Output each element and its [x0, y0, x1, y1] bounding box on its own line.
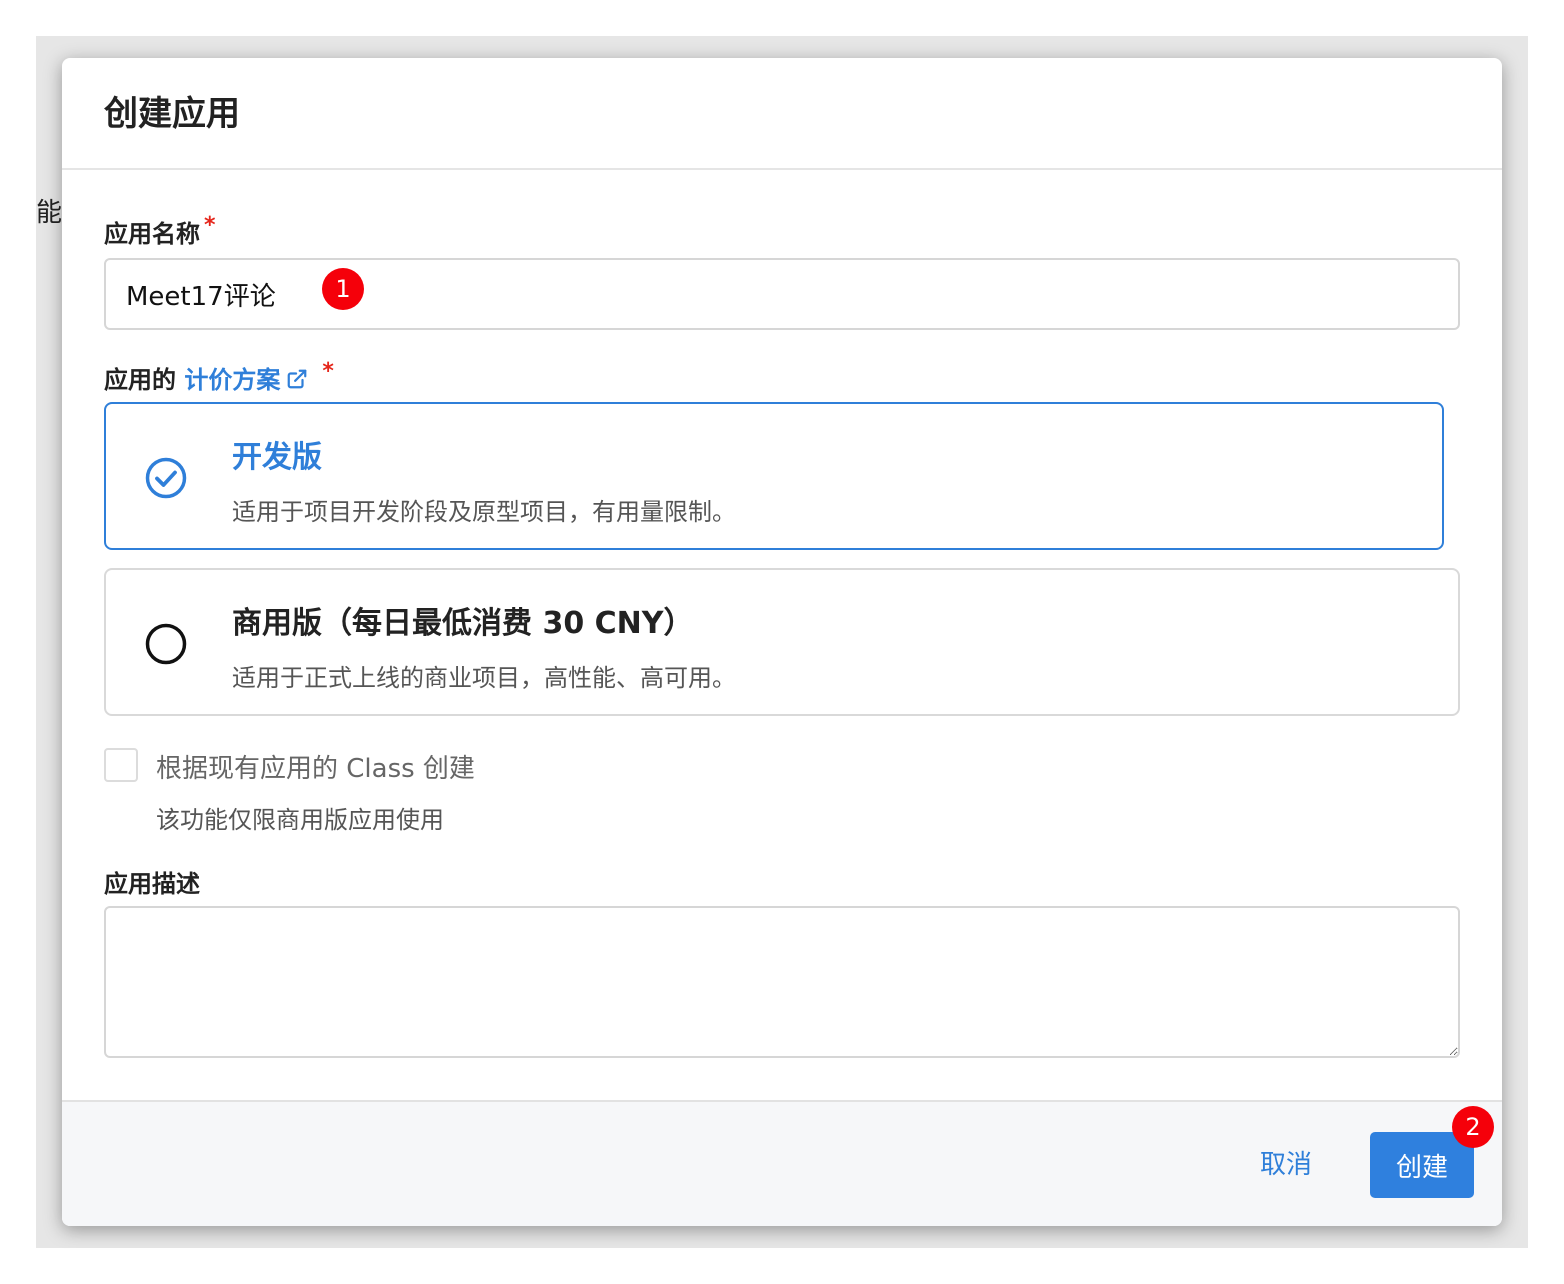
check-circle-icon — [144, 456, 188, 504]
plan-description: 适用于项目开发阶段及原型项目，有用量限制。 — [232, 498, 736, 526]
class-copy-label: 根据现有应用的 Class 创建 — [156, 754, 475, 784]
create-app-dialog: 创建应用 应用名称* 1 应用的 计价方案* 开发版 适用于项目开发阶段及原型项… — [62, 58, 1502, 1226]
background-text: 能够 — [36, 198, 62, 228]
dialog-header: 创建应用 — [62, 58, 1502, 170]
plan-label: 应用的 计价方案 * — [104, 359, 334, 396]
radio-circle-icon — [144, 622, 188, 670]
app-name-label-text: 应用名称 — [104, 220, 200, 248]
app-description-textarea[interactable] — [104, 906, 1460, 1058]
required-mark: * — [204, 213, 216, 238]
plan-description: 适用于正式上线的商业项目，高性能、高可用。 — [232, 664, 736, 692]
plan-option-development[interactable]: 开发版 适用于项目开发阶段及原型项目，有用量限制。 — [104, 402, 1444, 550]
dialog-footer: 取消 创建 2 — [62, 1100, 1502, 1226]
required-mark: * — [322, 359, 334, 384]
class-copy-hint: 该功能仅限商用版应用使用 — [156, 806, 444, 834]
annotation-badge-1: 1 — [322, 268, 364, 310]
class-copy-checkbox[interactable] — [104, 748, 138, 782]
external-link-icon — [286, 368, 308, 396]
plan-name: 开发版 — [232, 440, 322, 475]
app-description-label: 应用描述 — [104, 870, 200, 898]
cancel-button[interactable]: 取消 — [1244, 1132, 1328, 1198]
plan-label-prefix: 应用的 — [104, 366, 185, 394]
pricing-plan-link-text: 计价方案 — [184, 366, 281, 394]
plan-name: 商用版（每日最低消费 30 CNY） — [232, 606, 694, 641]
dialog-title: 创建应用 — [104, 94, 240, 134]
app-name-input[interactable] — [104, 258, 1460, 330]
pricing-plan-link[interactable]: 计价方案 — [184, 366, 308, 394]
app-name-label: 应用名称 * — [104, 213, 216, 249]
plan-option-commercial[interactable]: 商用版（每日最低消费 30 CNY） 适用于正式上线的商业项目，高性能、高可用。 — [104, 568, 1460, 716]
annotation-badge-2: 2 — [1452, 1106, 1494, 1148]
